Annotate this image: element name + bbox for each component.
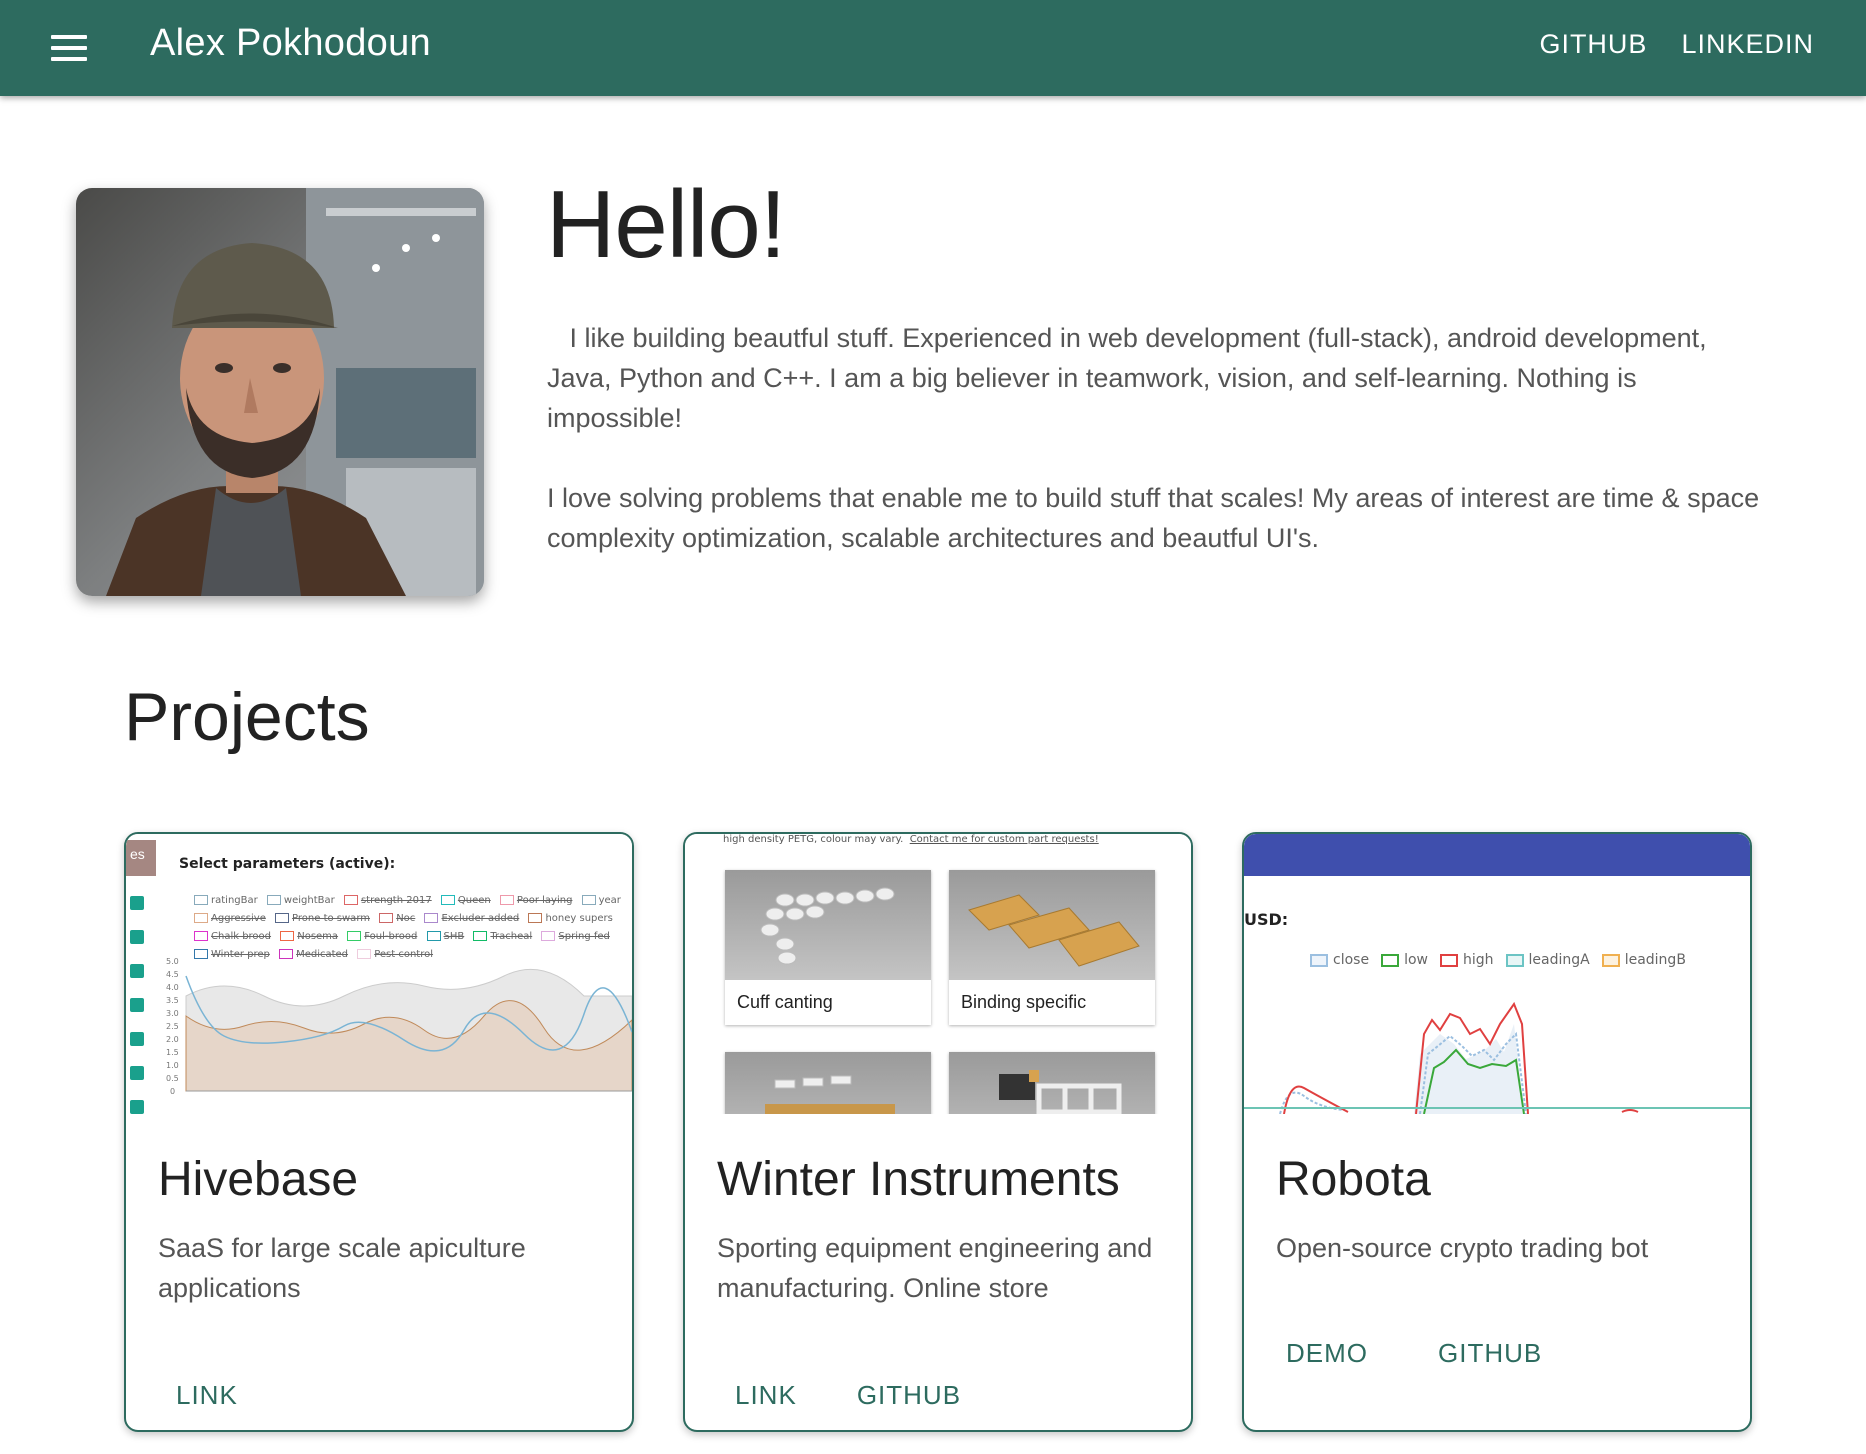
legend-item: Nosema (280, 928, 338, 946)
y-tick: 1.0 (166, 1061, 179, 1070)
robota-preview-chart (1244, 1001, 1750, 1114)
legend-item: Spring fed (541, 928, 610, 946)
product-tile[interactable] (949, 1052, 1155, 1114)
product-image (949, 870, 1155, 980)
product-tile[interactable]: Cuff canting (725, 870, 931, 1025)
y-tick: 0 (170, 1087, 175, 1096)
hivebase-preview-heading: Select parameters (active): (179, 856, 396, 872)
profile-photo (76, 188, 484, 596)
legend-item: honey supers (528, 910, 613, 928)
winter-github-button[interactable]: GITHUB (839, 1372, 979, 1419)
project-actions: LINK GITHUB (717, 1372, 979, 1419)
check-icon (130, 1032, 144, 1046)
legend-item: Poor laying (499, 892, 572, 910)
product-image (725, 870, 931, 980)
product-image (765, 1075, 895, 1114)
top-nav: GITHUB LINKEDIN (1539, 29, 1814, 60)
check-icon (130, 964, 144, 978)
product-image (760, 887, 895, 965)
menu-icon[interactable] (44, 28, 94, 68)
legend-item: Tracheal (473, 928, 532, 946)
winter-preview: high density PETG, colour may vary. Cont… (685, 834, 1191, 1114)
bio-paragraph-1: I like building beautful stuff. Experien… (547, 323, 1707, 433)
app-bar: Alex Pokhodoun GITHUB LINKEDIN (0, 0, 1866, 96)
legend-item: leadingB (1601, 952, 1686, 968)
y-tick: 4.5 (166, 970, 179, 979)
hivebase-preview-chart: 5.0 4.5 4.0 3.5 3.0 2.5 2.0 1.5 1.0 0.5 … (166, 957, 632, 1096)
product-image (725, 1052, 931, 1114)
project-title: Hivebase (158, 1153, 359, 1206)
winter-link-button[interactable]: LINK (717, 1372, 815, 1419)
project-description: Open-source crypto trading bot (1276, 1233, 1649, 1263)
legend-item: strength 2017 (343, 892, 432, 910)
hivebase-preview: es Select parameters (active): ratingBar… (126, 834, 632, 1114)
legend-item: high (1439, 952, 1494, 968)
legend-item: ratingBar (194, 892, 258, 910)
bio-paragraph-2: I love solving problems that enable me t… (547, 483, 1760, 553)
legend-item: Excluder added (424, 910, 519, 928)
check-icon (130, 1066, 144, 1080)
product-tile-label: Cuff canting (737, 992, 833, 1012)
legend-item: Aggressive (194, 910, 266, 928)
project-card-robota: USD: close low high leadingA leadingB Ro… (1242, 832, 1752, 1432)
project-card-winter-instruments: high density PETG, colour may vary. Cont… (683, 832, 1193, 1432)
robota-preview-legend: close low high leadingA leadingB (1310, 952, 1686, 968)
check-icon (130, 896, 144, 910)
legend-item: Foul-brood (347, 928, 417, 946)
legend-item: Prone to swarm (275, 910, 370, 928)
legend-item: SHB (426, 928, 464, 946)
legend-item: leadingA (1505, 952, 1590, 968)
y-tick: 5.0 (166, 957, 179, 966)
nav-linkedin-link[interactable]: LINKEDIN (1681, 29, 1814, 60)
product-image (968, 894, 1140, 967)
hero-heading: Hello! (546, 171, 786, 278)
robota-preview-toolbar (1244, 834, 1750, 876)
project-actions: DEMO GITHUB (1268, 1330, 1560, 1377)
winter-preview-note: high density PETG, colour may vary. Cont… (723, 834, 1099, 845)
legend-item: close (1310, 952, 1369, 968)
nav-github-link[interactable]: GITHUB (1539, 29, 1647, 60)
project-title: Robota (1276, 1153, 1431, 1206)
y-tick: 1.5 (166, 1048, 179, 1057)
robota-demo-button[interactable]: DEMO (1268, 1330, 1386, 1377)
project-description: SaaS for large scale apiculture applicat… (158, 1233, 526, 1303)
legend-item: weightBar (266, 892, 335, 910)
legend-item: Queen (440, 892, 491, 910)
project-title: Winter Instruments (717, 1153, 1120, 1206)
robota-github-button[interactable]: GITHUB (1420, 1330, 1560, 1377)
project-card-hivebase: es Select parameters (active): ratingBar… (124, 832, 634, 1432)
bio: I like building beautful stuff. Experien… (547, 318, 1777, 598)
product-image (999, 1070, 1122, 1114)
product-tile[interactable]: Binding specific (949, 870, 1155, 1025)
check-icon (130, 1100, 144, 1114)
y-tick: 0.5 (166, 1074, 179, 1083)
site-title[interactable]: Alex Pokhodoun (150, 22, 431, 65)
product-tile[interactable] (725, 1052, 931, 1114)
project-description: Sporting equipment engineering and manuf… (717, 1233, 1153, 1303)
y-tick: 2.0 (166, 1035, 179, 1044)
projects-heading: Projects (124, 679, 370, 755)
y-tick: 2.5 (166, 1022, 179, 1031)
check-icon (130, 930, 144, 944)
profile-photo-image (76, 188, 484, 596)
check-icon (130, 998, 144, 1012)
robota-preview: USD: close low high leadingA leadingB (1244, 834, 1750, 1114)
legend-item: low (1381, 952, 1428, 968)
product-tile-label: Binding specific (961, 992, 1087, 1012)
legend-item: Chalk brood (194, 928, 271, 946)
hivebase-link-button[interactable]: LINK (158, 1372, 256, 1419)
y-tick: 4.0 (166, 983, 179, 992)
project-actions: LINK (158, 1372, 256, 1419)
y-tick: 3.5 (166, 996, 179, 1005)
hivebase-preview-tab: es (126, 840, 156, 876)
product-image (949, 1052, 1155, 1114)
robota-preview-label: USD: (1244, 910, 1289, 929)
y-tick: 3.0 (166, 1009, 179, 1018)
hivebase-preview-legend: ratingBar weightBar strength 2017 Queen … (194, 892, 632, 964)
legend-item: Noc (379, 910, 415, 928)
legend-item: year (581, 892, 621, 910)
